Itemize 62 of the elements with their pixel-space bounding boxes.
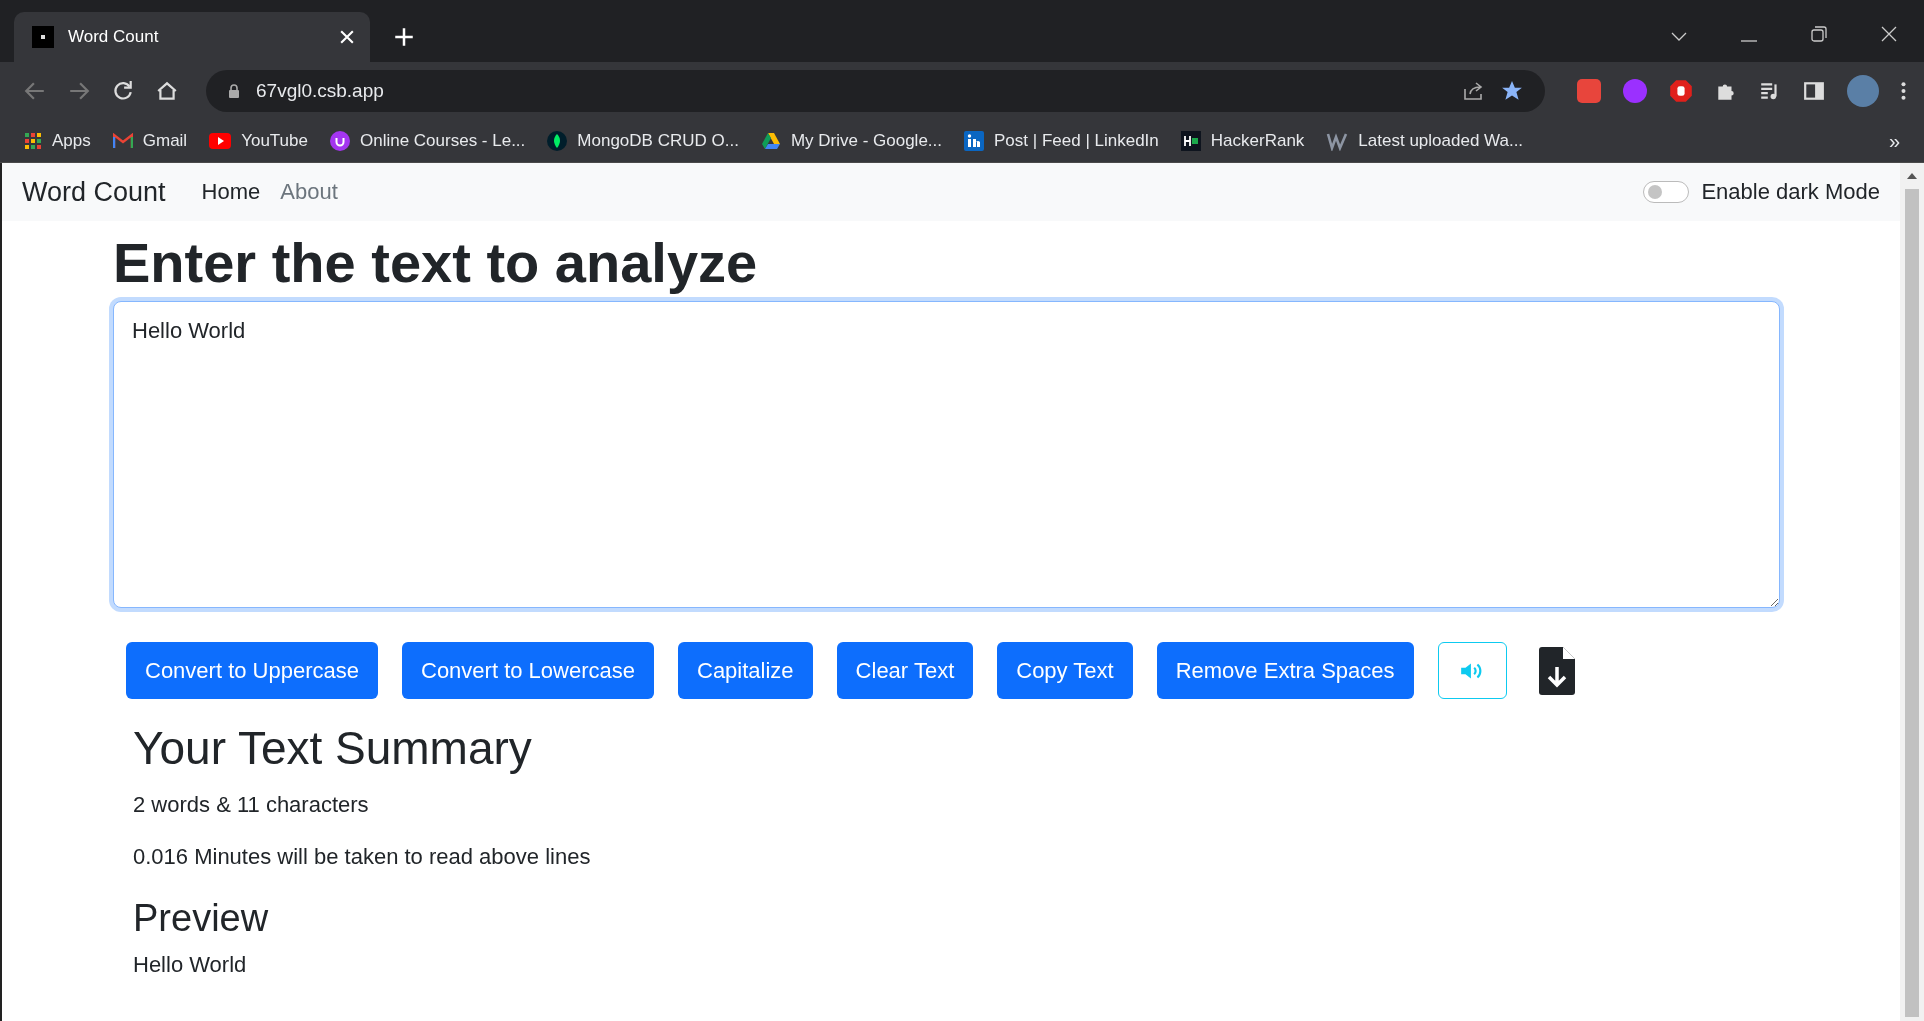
extension-icon[interactable] [1577, 79, 1601, 103]
leaf-icon [547, 131, 568, 151]
more-icon[interactable] [1901, 82, 1906, 100]
play-icon [209, 133, 232, 149]
summary-text: 0.016 Minutes will be taken to read above lines [133, 843, 592, 872]
bookmark[interactable]: YouTube [209, 131, 308, 151]
bookmark[interactable]: Post | Feed | LinkedIn [964, 131, 1159, 151]
reload-icon[interactable] [112, 80, 134, 102]
close-icon[interactable] [1881, 26, 1897, 42]
avatar[interactable] [1847, 75, 1879, 107]
bookmark[interactable]: MongoDB CRUD O... [547, 131, 739, 151]
summary-text: 2 words & 11 characters [133, 790, 370, 819]
action-button[interactable]: Clear Text [836, 642, 974, 700]
toggle-switch[interactable] [1643, 181, 1690, 203]
u-circle-icon [329, 131, 350, 151]
restore-icon[interactable] [1811, 26, 1827, 42]
lock-icon [228, 84, 240, 98]
square-icon [32, 26, 54, 48]
action-button[interactable]: Convert to Uppercase [126, 642, 378, 700]
toggle-label: Enable dark Mode [1701, 179, 1880, 205]
side-panel-icon[interactable] [1803, 80, 1825, 102]
back-arrow-icon[interactable] [24, 80, 46, 102]
page-heading: Enter the text to analyze [113, 231, 759, 296]
chevron-down-icon[interactable] [1671, 32, 1687, 42]
bookmark[interactable]: Latest uploaded Wa... [1326, 131, 1524, 151]
extension-icon[interactable] [1623, 79, 1647, 103]
tab-title: Word Count [68, 27, 160, 47]
browser-tab[interactable]: Word Count [14, 12, 370, 62]
bookmark[interactable]: HackerRank [1180, 131, 1305, 151]
action-button[interactable]: Convert to Lowercase [402, 642, 654, 700]
triangle-icon [760, 132, 781, 150]
url-text: 67vgl0.csb.app [256, 80, 384, 102]
scroll-up-icon[interactable] [1907, 173, 1917, 179]
action-button[interactable]: Copy Text [997, 642, 1133, 700]
bookmark[interactable]: Apps [24, 131, 91, 151]
plus-icon[interactable] [394, 27, 414, 47]
text-input-area[interactable]: Hello World [113, 301, 1780, 609]
home-icon[interactable] [156, 80, 178, 102]
share-icon[interactable] [1463, 81, 1485, 101]
action-button[interactable]: Capitalize [678, 642, 813, 700]
in-square-icon [964, 131, 985, 151]
section-heading: Preview [133, 895, 270, 941]
grid-icon [24, 132, 42, 150]
more-bookmarks-button[interactable]: » [1888, 129, 1900, 153]
stop-hand-icon[interactable] [1669, 79, 1693, 103]
bookmark[interactable]: Gmail [112, 131, 188, 151]
forward-arrow-icon[interactable] [68, 80, 90, 102]
section-heading: Your Text Summary [133, 721, 533, 777]
preview-text: Hello World [133, 951, 248, 980]
scrollbar[interactable] [1900, 163, 1924, 1021]
h-square-icon [1180, 131, 1201, 151]
star-icon[interactable] [1501, 80, 1523, 102]
nav-link[interactable]: Home [201, 179, 261, 205]
file-download-icon[interactable] [1538, 646, 1575, 695]
bookmark[interactable]: Online Courses - Le... [329, 131, 526, 151]
nav-link[interactable]: About [280, 179, 338, 205]
bookmark[interactable]: My Drive - Google... [760, 131, 943, 151]
address-bar[interactable]: 67vgl0.csb.app [206, 70, 1545, 112]
w-letter-icon [1326, 131, 1349, 151]
action-button[interactable]: Remove Extra Spaces [1156, 642, 1414, 700]
envelope-icon [112, 133, 133, 149]
brand-link[interactable]: Word Count [22, 176, 166, 208]
